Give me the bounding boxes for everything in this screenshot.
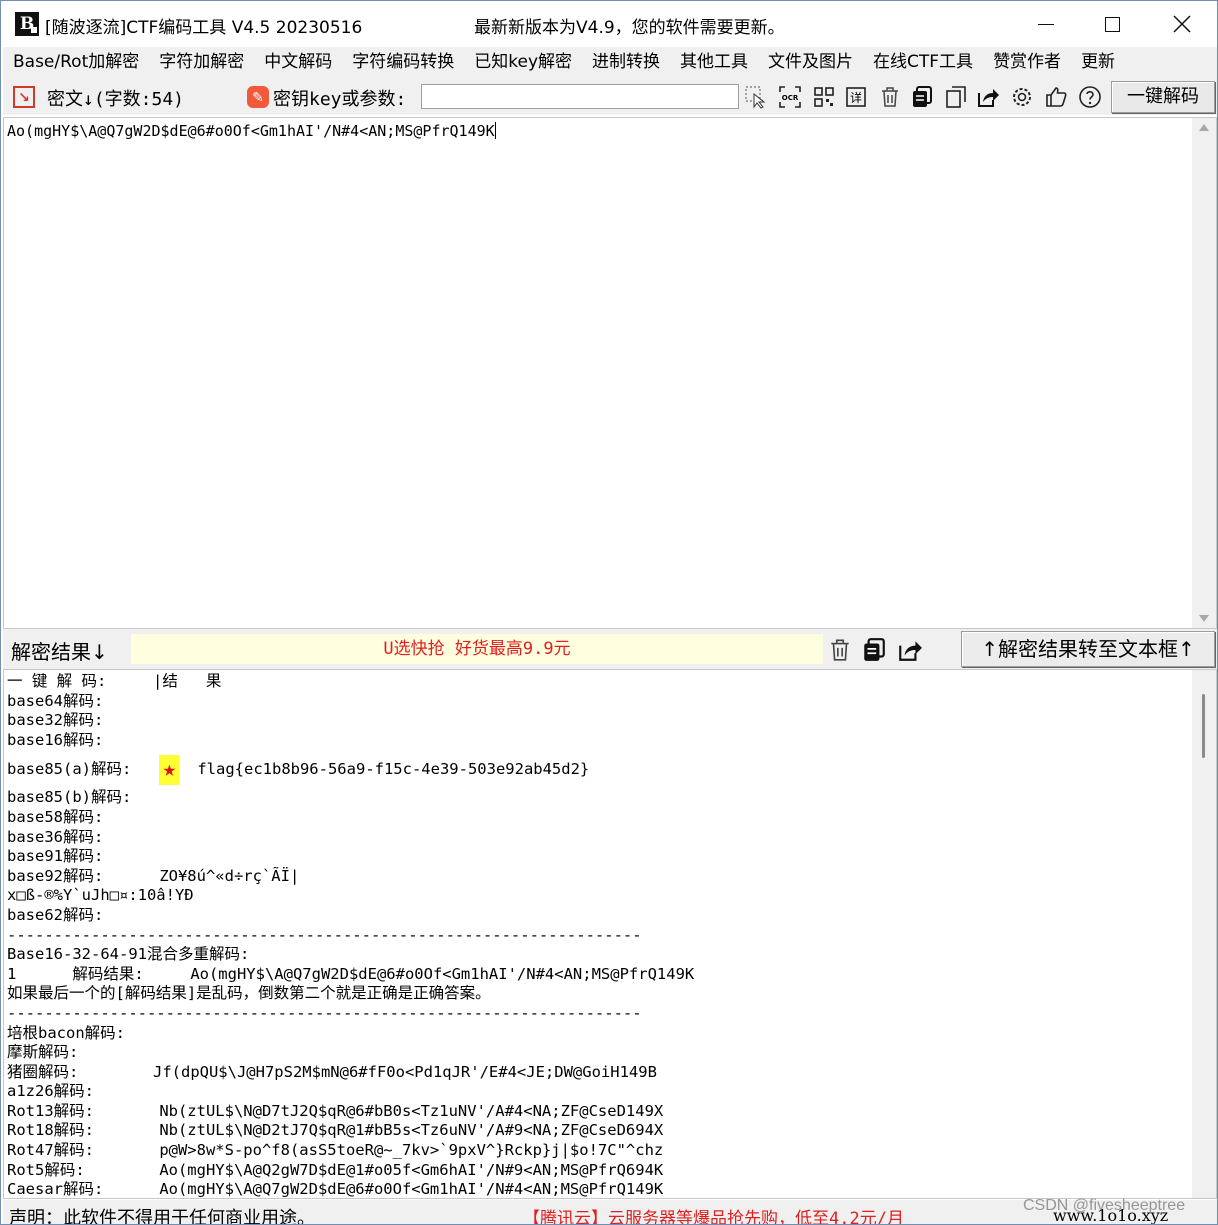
ocr-icon[interactable]: OCR	[777, 84, 803, 110]
trash-icon[interactable]	[877, 84, 903, 110]
scroll-up-icon[interactable]	[1199, 124, 1209, 131]
close-button[interactable]	[1147, 1, 1217, 47]
result-trash-icon[interactable]	[827, 637, 853, 663]
maximize-icon	[1104, 16, 1120, 32]
status-ad-link[interactable]: 【腾讯云】云服务器等爆品抢先购，低至4.2元/月	[523, 1204, 904, 1224]
star-icon: ★	[159, 754, 180, 785]
result-line: Rot5解码: Ao(mgHY$\A@Q2gW7D$dE@1#o05f<Gm6h…	[7, 1160, 664, 1179]
result-line: base85(b)解码:	[7, 788, 132, 807]
menu-chinese-decode[interactable]: 中文解码	[254, 47, 342, 77]
menu-files-images[interactable]: 文件及图片	[758, 47, 863, 77]
result-line: 猪圈解码: Jf(dpQU$\J@H7pS2M$mN@6#fF0o<Pd1qJR…	[7, 1062, 657, 1081]
watermark: CSDN @fivesheeptree	[1023, 1197, 1186, 1214]
result-line: x□ß-®%Y`uJh□¤:10â!YÐ	[7, 886, 194, 905]
result-label: 解密结果↓	[11, 640, 108, 664]
close-icon	[1173, 15, 1191, 33]
cursor-select-icon[interactable]	[743, 84, 769, 110]
maximize-button[interactable]	[1077, 1, 1147, 47]
result-line: 1 解码结果: Ao(mgHY$\A@Q7gW2D$dE@6#o0Of<Gm1h…	[7, 964, 695, 983]
output-scrollbar[interactable]	[1192, 670, 1216, 1198]
minimize-icon	[1038, 23, 1054, 25]
ciphertext-value: Ao(mgHY$\A@Q7gW2D$dE@6#o0Of<Gm1hAI'/N#4<…	[7, 122, 495, 140]
svg-text:OCR: OCR	[782, 94, 799, 102]
key-input[interactable]	[421, 84, 739, 109]
disclaimer-text: 声明：此软件不得用于任何商业用途。	[9, 1208, 315, 1225]
result-copy-icon[interactable]	[861, 637, 887, 663]
toolbar: ↘ 密文↓(字数:54) ✎ 密钥key或参数: OCR 详 一键解码	[3, 77, 1217, 115]
scroll-down-icon[interactable]	[1199, 615, 1209, 622]
result-line: ----------------------------------------…	[7, 925, 642, 944]
result-line: 一 键 解 码: |结 果	[7, 672, 222, 690]
svg-text:详: 详	[850, 90, 862, 105]
app-logo: B	[15, 12, 39, 36]
result-line: base91解码:	[7, 847, 104, 866]
help-icon[interactable]	[1077, 84, 1103, 110]
menu-bar: Base/Rot加解密 字符加解密 中文解码 字符编码转换 已知key解密 进制…	[3, 47, 1217, 77]
menu-char-crypto[interactable]: 字符加解密	[149, 47, 254, 77]
share-icon[interactable]	[975, 84, 1001, 110]
menu-other-tools[interactable]: 其他工具	[670, 47, 758, 77]
menu-known-key[interactable]: 已知key解密	[464, 47, 582, 77]
result-share-icon[interactable]	[897, 637, 923, 663]
detail-icon[interactable]: 详	[843, 84, 869, 110]
ciphertext-label: 密文↓(字数:54)	[47, 89, 185, 110]
result-line: base64解码:	[7, 691, 104, 710]
result-line: base32解码:	[7, 711, 104, 730]
menu-online-ctf[interactable]: 在线CTF工具	[863, 47, 983, 77]
result-line: base36解码:	[7, 827, 104, 846]
result-line: 培根bacon解码:	[7, 1023, 125, 1042]
ciphertext-textarea[interactable]: Ao(mgHY$\A@Q7gW2D$dE@6#o0Of<Gm1hAI'/N#4<…	[3, 117, 1217, 629]
key-edit-icon: ✎	[247, 86, 269, 108]
base85a-label: base85(a)解码:	[7, 760, 132, 779]
result-line: Rot47解码: p@W>8w*S-po^f8(asS5toeR@~_7kv>`…	[7, 1141, 664, 1160]
result-line: Caesar解码: Ao(mgHY$\A@Q7gW2D$dE@6#o0Of<Gm…	[7, 1180, 664, 1199]
menu-charset-convert[interactable]: 字符编码转换	[342, 47, 464, 77]
import-icon[interactable]: ↘	[13, 86, 35, 108]
minimize-button[interactable]	[1011, 1, 1081, 47]
settings-icon[interactable]	[1009, 84, 1035, 110]
result-line: ----------------------------------------…	[7, 1003, 642, 1022]
menu-donate[interactable]: 赞赏作者	[983, 47, 1071, 77]
result-line: base58解码:	[7, 807, 104, 826]
result-line: a1z26解码:	[7, 1082, 94, 1101]
result-lines: 一 键 解 码: |结 果 base64解码: base32解码: base16解码:…	[7, 672, 695, 1199]
paste-icon[interactable]	[943, 84, 969, 110]
result-line: Rot18解码: Nb(ztUL$\N@D2tJ7Q$qR@1#bB5s<Tz6…	[7, 1121, 664, 1140]
result-line: base16解码:	[7, 730, 104, 749]
result-line: Rot13解码: Nb(ztUL$\N@D7tJ2Q$qR@6#bB0s<Tz1…	[7, 1101, 664, 1120]
menu-base-rot[interactable]: Base/Rot加解密	[3, 47, 149, 77]
ad-banner[interactable]: U选快抢 好货最高9.9元	[131, 634, 823, 664]
result-textarea[interactable]: 一 键 解 码: |结 果 base64解码: base32解码: base16解码:…	[3, 669, 1217, 1199]
result-line: Base16-32-64-91混合多重解码:	[7, 945, 250, 964]
qr-code-icon[interactable]	[811, 84, 837, 110]
window-title: [随波逐流]CTF编码工具 V4.5 20230516	[45, 18, 363, 38]
base85a-result-line: base85(a)解码: ★ flag{ec1b8b96-56a9-f15c-4e3…	[7, 750, 694, 788]
key-label: 密钥key或参数:	[273, 89, 407, 110]
title-bar: B [随波逐流]CTF编码工具 V4.5 20230516 最新新版本为V4.9…	[1, 1, 1217, 47]
text-caret	[494, 122, 496, 139]
menu-update[interactable]: 更新	[1071, 47, 1125, 77]
update-notice: 最新新版本为V4.9，您的软件需要更新。	[474, 18, 785, 38]
input-scrollbar[interactable]	[1192, 118, 1216, 628]
result-line: 如果最后一个的[解码结果]是乱码，倒数第二个就是正确是正确答案。	[7, 984, 491, 1003]
app-window: B [随波逐流]CTF编码工具 V4.5 20230516 最新新版本为V4.9…	[0, 0, 1218, 1225]
result-to-textbox-button[interactable]: ↑解密结果转至文本框↑	[961, 631, 1215, 667]
one-key-decode-button[interactable]: 一键解码	[1111, 81, 1215, 113]
copy-icon[interactable]	[909, 84, 935, 110]
result-header: 解密结果↓ U选快抢 好货最高9.9元 ↑解密结果转至文本框↑	[3, 629, 1217, 669]
result-line: 摩斯解码:	[7, 1043, 79, 1062]
thumbs-up-icon[interactable]	[1043, 84, 1069, 110]
menu-radix-convert[interactable]: 进制转换	[582, 47, 670, 77]
scrollbar-thumb[interactable]	[1202, 694, 1205, 758]
flag-result: flag{ec1b8b96-56a9-f15c-4e39-503e92ab45d…	[197, 760, 590, 779]
result-line: base62解码:	[7, 905, 104, 924]
result-line: base92解码: ZO¥8ú^«d÷rç`ÃÏ|	[7, 866, 300, 885]
